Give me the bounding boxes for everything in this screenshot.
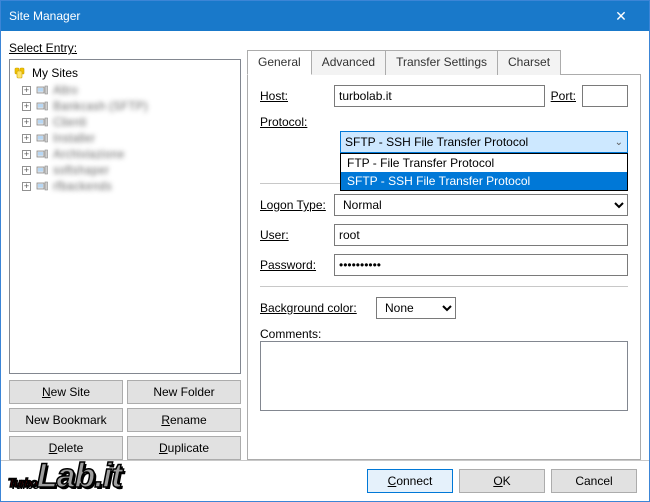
- logon-row: Logon Type: Normal: [260, 194, 628, 216]
- select-entry-label: Select Entry:: [9, 41, 241, 55]
- tree-item[interactable]: + Clienti: [12, 114, 238, 130]
- tab-body-general: Host: Port: Protocol: SFTP - SSH File Tr…: [247, 75, 641, 460]
- comments-textarea[interactable]: [260, 341, 628, 411]
- expander-icon[interactable]: +: [22, 150, 31, 159]
- protocol-row: Protocol:: [260, 115, 628, 129]
- host-input[interactable]: [334, 85, 545, 107]
- host-row: Host: Port:: [260, 85, 628, 107]
- expander-icon[interactable]: +: [22, 134, 31, 143]
- password-row: Password:: [260, 254, 628, 276]
- host-icon: [35, 83, 49, 97]
- password-input[interactable]: [334, 254, 628, 276]
- user-row: User:: [260, 224, 628, 246]
- comments-block: Comments:: [260, 327, 628, 414]
- protocol-selected-text: SFTP - SSH File Transfer Protocol: [345, 135, 528, 149]
- tab-charset[interactable]: Charset: [497, 50, 561, 75]
- left-panel: Select Entry: My Sites + Altro + Bankcash (…: [9, 39, 241, 460]
- window-title: Site Manager: [9, 9, 601, 23]
- logon-label: Logon Type:: [260, 198, 328, 212]
- bgcolor-select[interactable]: None: [376, 297, 456, 319]
- new-site-button[interactable]: New Site: [9, 380, 123, 404]
- port-input[interactable]: [582, 85, 628, 107]
- tree-root-my-sites[interactable]: My Sites: [12, 64, 238, 82]
- bgcolor-label: Background color:: [260, 301, 370, 315]
- sites-tree[interactable]: My Sites +Altro+Bankcash (SFTP)+Clienti+…: [9, 59, 241, 374]
- new-folder-button[interactable]: New Folder: [127, 380, 241, 404]
- host-icon: [35, 99, 49, 113]
- tree-item-label: Archiviazione: [53, 147, 124, 161]
- rename-button[interactable]: Rename: [127, 408, 241, 432]
- client-area: Select Entry: My Sites + Altro + Bankcash (…: [1, 31, 649, 460]
- host-icon: [35, 163, 49, 177]
- port-label: Port:: [551, 89, 576, 103]
- tab-advanced[interactable]: Advanced: [311, 50, 386, 75]
- password-label: Password:: [260, 258, 328, 272]
- sites-icon: [14, 66, 28, 80]
- tab-strip: General Advanced Transfer Settings Chars…: [247, 49, 641, 75]
- host-icon: [35, 147, 49, 161]
- user-input[interactable]: [334, 224, 628, 246]
- expander-icon[interactable]: +: [22, 102, 31, 111]
- logon-type-select[interactable]: Normal: [334, 194, 628, 216]
- tree-item-label: rfbackends: [53, 179, 112, 193]
- comments-label: Comments:: [260, 327, 321, 341]
- tree-item-label: Altro: [53, 83, 78, 97]
- tree-item[interactable]: + softshaper: [12, 162, 238, 178]
- protocol-option-ftp[interactable]: FTP - File Transfer Protocol: [341, 154, 627, 172]
- connect-button[interactable]: Connect: [367, 469, 453, 493]
- host-icon: [35, 179, 49, 193]
- chevron-down-icon: ⌄: [615, 137, 623, 148]
- tab-general[interactable]: General: [247, 50, 312, 75]
- protocol-option-list: FTP - File Transfer Protocol SFTP - SSH …: [340, 153, 628, 191]
- tree-item-label: Bankcash (SFTP): [53, 99, 148, 113]
- expander-icon[interactable]: +: [22, 118, 31, 127]
- close-icon[interactable]: ✕: [601, 8, 641, 25]
- delete-button[interactable]: Delete: [9, 436, 123, 460]
- host-icon: [35, 131, 49, 145]
- site-manager-window: Site Manager ✕ Select Entry: My Sites + A…: [0, 0, 650, 502]
- bgcolor-row: Background color: None: [260, 297, 628, 319]
- user-label: User:: [260, 228, 328, 242]
- new-bookmark-button[interactable]: New Bookmark: [9, 408, 123, 432]
- expander-icon[interactable]: +: [22, 166, 31, 175]
- dialog-button-bar: Connect OK Cancel: [1, 460, 649, 501]
- tree-item[interactable]: + rfbackends: [12, 178, 238, 194]
- tree-item-label: Installer: [53, 131, 95, 145]
- host-label: Host:: [260, 89, 328, 103]
- protocol-selectbox[interactable]: SFTP - SSH File Transfer Protocol ⌄: [340, 131, 628, 153]
- right-panel: General Advanced Transfer Settings Chars…: [247, 39, 641, 460]
- cancel-button[interactable]: Cancel: [551, 469, 637, 493]
- ok-button[interactable]: OK: [459, 469, 545, 493]
- titlebar: Site Manager ✕: [1, 1, 649, 31]
- expander-icon[interactable]: +: [22, 86, 31, 95]
- tab-transfer-settings[interactable]: Transfer Settings: [385, 50, 498, 75]
- separator-2: [260, 286, 628, 287]
- tree-item[interactable]: + Archiviazione: [12, 146, 238, 162]
- protocol-label: Protocol:: [260, 115, 328, 129]
- duplicate-button[interactable]: Duplicate: [127, 436, 241, 460]
- tree-item-label: Clienti: [53, 115, 86, 129]
- entry-buttons: New Site New Folder New Bookmark Rename …: [9, 380, 241, 460]
- tree-root-label: My Sites: [32, 66, 78, 80]
- host-icon: [35, 115, 49, 129]
- tree-item-label: softshaper: [53, 163, 109, 177]
- tree-item[interactable]: + Altro: [12, 82, 238, 98]
- tree-item[interactable]: + Bankcash (SFTP): [12, 98, 238, 114]
- protocol-dropdown[interactable]: SFTP - SSH File Transfer Protocol ⌄ FTP …: [260, 131, 628, 191]
- expander-icon[interactable]: +: [22, 182, 31, 191]
- tree-item[interactable]: + Installer: [12, 130, 238, 146]
- protocol-option-sftp[interactable]: SFTP - SSH File Transfer Protocol: [341, 172, 627, 190]
